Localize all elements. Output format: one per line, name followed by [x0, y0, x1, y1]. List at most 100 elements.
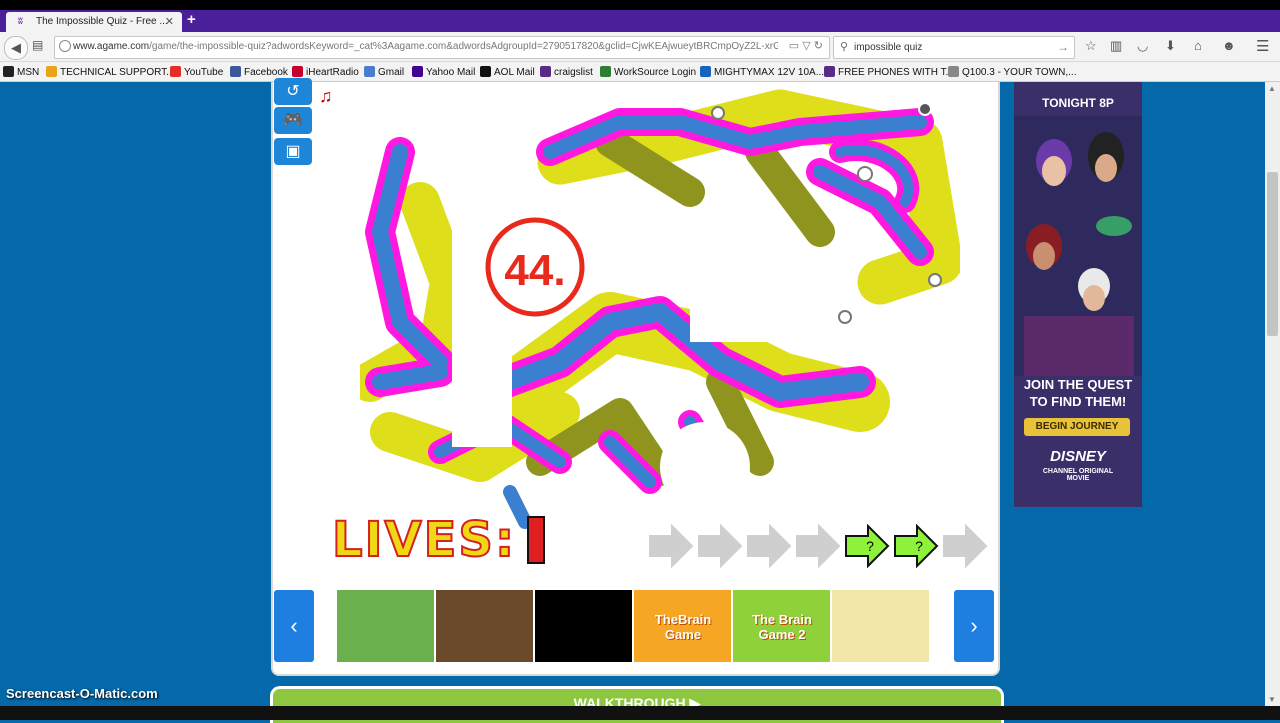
reload-icon[interactable]: ↻: [814, 40, 823, 52]
bookmark-star-icon[interactable]: ☆: [1085, 38, 1097, 54]
url-bar[interactable]: www.agame.com/game/the-impossible-quiz?a…: [54, 36, 830, 59]
bookmark-item[interactable]: Facebook: [230, 66, 288, 78]
bookmark-item[interactable]: WorkSource Login: [600, 66, 696, 78]
ad-headline: JOIN THE QUEST TO FIND THEM!: [1023, 377, 1133, 409]
site-info-icon[interactable]: [59, 40, 71, 52]
bookmark-label: craigslist: [554, 67, 593, 78]
tab-close-icon[interactable]: ✕: [165, 15, 174, 28]
chat-icon[interactable]: ☻: [1222, 38, 1236, 53]
skip-arrow-used: [649, 524, 694, 568]
search-bar[interactable]: ⚲ impossible quiz →: [833, 36, 1075, 59]
bookmark-item[interactable]: YouTube: [170, 66, 223, 78]
thumbnail-title: The Brain Game 2: [752, 612, 812, 642]
bookmark-item[interactable]: Gmail: [364, 66, 404, 78]
back-button[interactable]: ◀: [4, 36, 28, 60]
sidebar-icon[interactable]: ▤: [32, 38, 43, 52]
bookmark-label: YouTube: [184, 67, 224, 78]
game-thumbnail-the-brain-game-2[interactable]: The Brain Game 2: [733, 590, 830, 662]
bookmark-favicon-icon: [540, 66, 551, 77]
skip-arrow-active[interactable]: ?: [893, 524, 939, 568]
bookmark-item[interactable]: AOL Mail: [480, 66, 535, 78]
bookmark-label: Q100.3 - YOUR TOWN,...: [962, 67, 1077, 78]
home-icon[interactable]: ⌂: [1194, 38, 1202, 53]
game-thumbnail-the-brain-game[interactable]: TheBrain Game: [634, 590, 731, 662]
bookmark-favicon-icon: [824, 66, 835, 77]
skip-arrow-used: [698, 524, 743, 568]
scroll-up-icon[interactable]: ▲: [1268, 84, 1276, 93]
skip-arrow-used: [796, 524, 841, 568]
bookmark-label: Yahoo Mail: [426, 67, 476, 78]
game-thumbnail-bear-game[interactable]: [832, 590, 929, 662]
skip-arrow-active[interactable]: ?: [844, 524, 890, 568]
dropdown-icon[interactable]: ▽: [802, 40, 810, 52]
game-thumbnail-dark-game[interactable]: [535, 590, 632, 662]
bookmark-item[interactable]: craigslist: [540, 66, 593, 78]
video-button[interactable]: ▣: [274, 138, 312, 165]
bookmark-favicon-icon: [364, 66, 375, 77]
search-icon: ⚲: [840, 41, 849, 53]
ad-tonight: TONIGHT 8P: [1042, 96, 1114, 110]
ad-brand: DISNEY: [1050, 448, 1106, 465]
carousel-prev-button[interactable]: ‹: [274, 590, 314, 662]
scroll-down-icon[interactable]: ▼: [1268, 695, 1276, 704]
carousel-next-button[interactable]: ›: [954, 590, 994, 662]
skip-arrow-label: ?: [915, 538, 923, 554]
bookmark-item[interactable]: Q100.3 - YOUR TOWN,...: [948, 66, 1076, 78]
quiz-puzzle-area[interactable]: 44.: [360, 82, 960, 542]
agame-favicon-icon: ʬ: [18, 16, 23, 26]
bookmark-favicon-icon: [480, 66, 491, 77]
bookmark-item[interactable]: iHeartRadio: [292, 66, 359, 78]
history-button[interactable]: ↺: [274, 78, 312, 105]
screen-bottom-strip: [0, 706, 1280, 720]
bookmark-favicon-icon: [3, 66, 14, 77]
bookmark-favicon-icon: [948, 66, 959, 77]
ad-characters-image: [1014, 116, 1142, 376]
lives-label: LIVES:: [331, 511, 517, 569]
reader-icon[interactable]: ▭: [789, 40, 799, 52]
menu-icon[interactable]: ☰: [1256, 37, 1269, 55]
bookmark-favicon-icon: [412, 66, 423, 77]
game-thumbnail-bunting-game[interactable]: [436, 590, 533, 662]
game-thumbnail-map-game[interactable]: [337, 590, 434, 662]
scrollbar-thumb[interactable]: [1267, 172, 1278, 336]
bookmark-item[interactable]: TECHNICAL SUPPORT...: [46, 66, 174, 78]
reading-list-icon[interactable]: ▥: [1110, 38, 1122, 54]
search-query: impossible quiz: [854, 42, 923, 53]
screen-top-strip: [0, 0, 1280, 10]
bookmark-favicon-icon: [700, 66, 711, 77]
download-icon[interactable]: ⬇: [1165, 38, 1176, 54]
url-bar-icons: ▭ ▽ ↻: [789, 39, 823, 52]
bookmark-label: Facebook: [244, 67, 288, 78]
browser-tab[interactable]: ʬ The Impossible Quiz - Free ... ✕: [6, 12, 182, 32]
skip-arrow-used: [747, 524, 792, 568]
bookmark-label: FREE PHONES WITH T...: [838, 67, 954, 78]
bookmark-favicon-icon: [46, 66, 57, 77]
music-toggle-icon[interactable]: ♫: [319, 86, 333, 107]
question-number: 44.: [504, 246, 565, 295]
bookmark-favicon-icon: [600, 66, 611, 77]
bookmark-item[interactable]: Yahoo Mail: [412, 66, 475, 78]
tab-title: The Impossible Quiz - Free ...: [36, 16, 168, 27]
thumbnail-title: TheBrain Game: [654, 612, 712, 642]
ad-begin-journey-button[interactable]: BEGIN JOURNEY: [1024, 418, 1130, 436]
bookmark-favicon-icon: [292, 66, 303, 77]
new-tab-button[interactable]: +: [187, 11, 196, 28]
life-bar: [527, 516, 545, 564]
bookmark-label: MIGHTYMAX 12V 10A...: [714, 67, 825, 78]
bookmarks-toolbar: MSN TECHNICAL SUPPORT... YouTube Facebook iH…: [0, 62, 1280, 82]
advertisement[interactable]: TONIGHT 8P JOIN THE QUEST TO FIND THEM! …: [1014, 82, 1142, 507]
url-domain: www.agame.com: [73, 41, 150, 52]
bookmark-item[interactable]: MSN: [3, 66, 39, 78]
bookmark-favicon-icon: [170, 66, 181, 77]
bookmark-item[interactable]: FREE PHONES WITH T...: [824, 66, 954, 78]
url-path: /game/the-impossible-quiz?adwordsKeyword…: [149, 41, 778, 52]
screencast-watermark: Screencast-O-Matic.com: [6, 686, 158, 701]
games-button[interactable]: 🎮: [274, 107, 312, 134]
bookmark-item[interactable]: MIGHTYMAX 12V 10A...: [700, 66, 824, 78]
bookmark-label: Gmail: [378, 67, 405, 78]
pocket-icon[interactable]: ◡: [1137, 38, 1148, 54]
bookmark-label: MSN: [17, 67, 40, 78]
bookmark-label: iHeartRadio: [306, 67, 359, 78]
skip-arrow-used: [943, 524, 988, 568]
search-go-icon[interactable]: →: [1057, 40, 1069, 54]
